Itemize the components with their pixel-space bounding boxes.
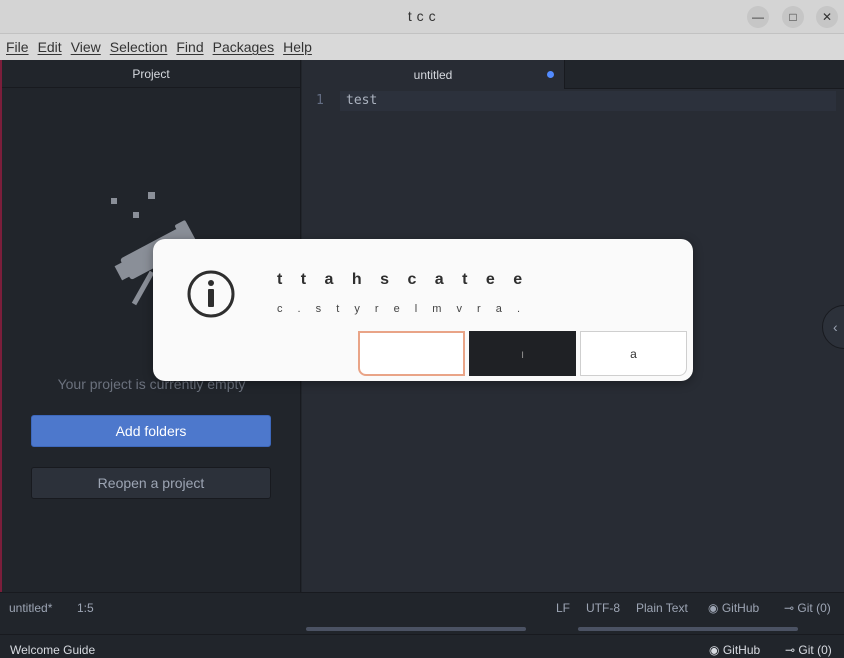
menu-find[interactable]: Find xyxy=(176,39,203,55)
reopen-project-button[interactable]: Reopen a project xyxy=(31,467,271,499)
minimize-button[interactable]: — xyxy=(747,6,769,28)
status-bar: untitled* 1:5 LF UTF-8 Plain Text ◉ GitH… xyxy=(0,592,844,622)
bottom-git-label: Git (0) xyxy=(798,643,832,657)
editor-line[interactable]: test xyxy=(346,93,377,108)
add-folders-button[interactable]: Add folders xyxy=(31,415,271,447)
horizontal-scrollbars xyxy=(0,622,844,634)
tab-bar: untitled xyxy=(302,60,844,89)
menu-edit[interactable]: Edit xyxy=(38,39,62,55)
close-button[interactable]: ✕ xyxy=(816,6,838,28)
minimize-icon: — xyxy=(752,10,764,24)
menu-packages[interactable]: Packages xyxy=(213,39,274,55)
status-git-label: Git (0) xyxy=(797,601,831,615)
project-panel-header[interactable]: Project xyxy=(2,60,300,88)
menu-selection[interactable]: Selection xyxy=(110,39,168,55)
git-commit-icon: ⊸ xyxy=(784,601,795,615)
window-title: t c c xyxy=(407,8,437,24)
maximize-icon: □ xyxy=(789,10,797,24)
dialog-button-3[interactable]: a xyxy=(580,331,687,376)
info-dialog: t t a h s c a t e e c . s t y r e l m v … xyxy=(153,239,693,381)
info-icon xyxy=(187,270,235,318)
line-number: 1 xyxy=(316,93,324,108)
close-icon: ✕ xyxy=(821,10,833,24)
status-line-ending[interactable]: LF xyxy=(556,601,570,615)
cursor-line-highlight xyxy=(340,91,836,111)
bottom-git[interactable]: ⊸ Git (0) xyxy=(785,643,832,657)
status-cursor-position[interactable]: 1:5 xyxy=(77,601,94,615)
github-icon: ◉ xyxy=(708,601,719,615)
tab-untitled[interactable]: untitled xyxy=(302,60,565,89)
welcome-guide-tab[interactable]: Welcome Guide xyxy=(10,643,95,657)
dialog-message: t t a h s c a t e e xyxy=(277,271,530,288)
chevron-left-icon: ‹ xyxy=(833,319,838,335)
modified-indicator-icon[interactable] xyxy=(547,71,554,78)
atom-window: t c c — □ ✕ File Edit View Selection Fin… xyxy=(0,0,844,658)
menu-help[interactable]: Help xyxy=(283,39,312,55)
dialog-button-1[interactable] xyxy=(358,331,465,376)
scrollbar-thumb[interactable] xyxy=(578,627,798,631)
github-icon: ◉ xyxy=(709,643,720,657)
git-commit-icon: ⊸ xyxy=(785,643,796,657)
menu-view[interactable]: View xyxy=(71,39,101,55)
bottom-github-label: GitHub xyxy=(722,643,761,657)
status-file-path[interactable]: untitled* xyxy=(9,601,52,615)
menu-bar: File Edit View Selection Find Packages H… xyxy=(0,34,844,60)
status-github[interactable]: ◉ GitHub xyxy=(708,601,759,615)
dialog-detail: c . s t y r e l m v r a . xyxy=(277,303,527,315)
tab-title: untitled xyxy=(413,68,453,82)
status-git[interactable]: ⊸ Git (0) xyxy=(784,601,831,615)
status-github-label: GitHub xyxy=(721,601,760,615)
bottom-bar: Welcome Guide ◉ GitHub ⊸ Git (0) xyxy=(0,634,844,658)
status-grammar[interactable]: Plain Text xyxy=(636,601,688,615)
bottom-github[interactable]: ◉ GitHub xyxy=(709,643,760,657)
menu-file[interactable]: File xyxy=(6,39,29,55)
maximize-button[interactable]: □ xyxy=(782,6,804,28)
status-encoding[interactable]: UTF-8 xyxy=(586,601,620,615)
title-bar: t c c — □ ✕ xyxy=(0,0,844,34)
dialog-button-2[interactable]: ı xyxy=(469,331,576,376)
scrollbar-thumb[interactable] xyxy=(306,627,526,631)
